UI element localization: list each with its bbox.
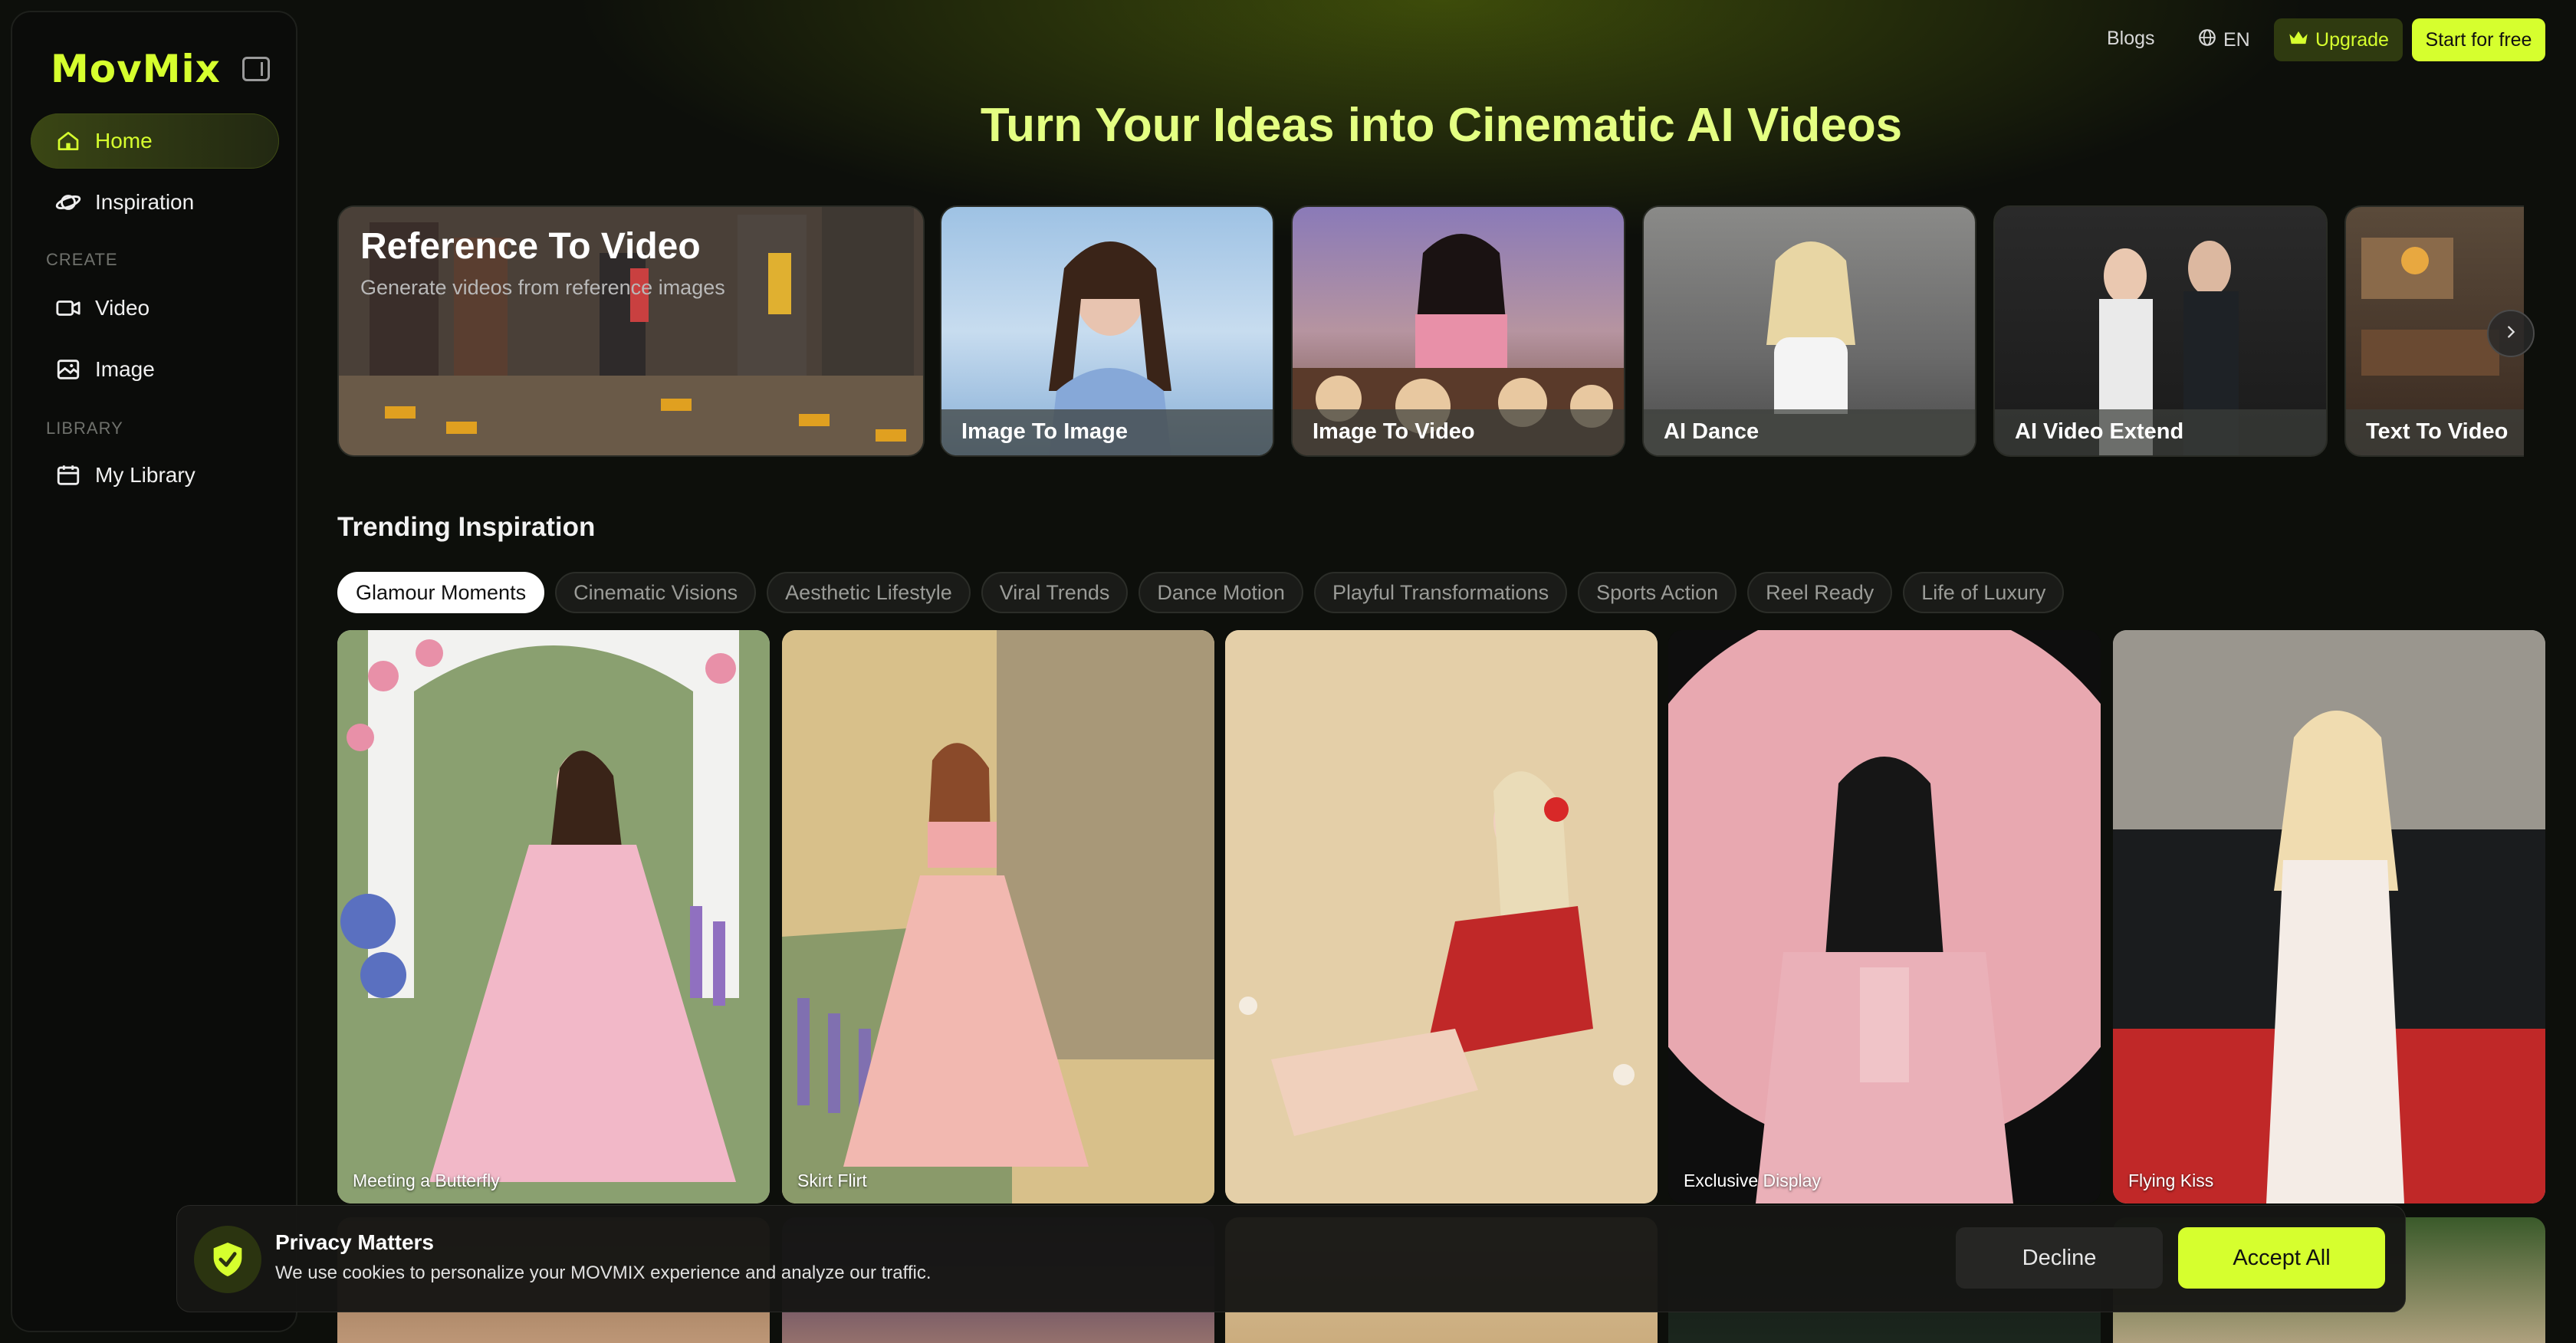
- sidebar-item-label: Image: [95, 357, 155, 381]
- feature-card-label: Text To Video: [2366, 419, 2509, 444]
- chevron-right-icon: [2502, 323, 2519, 344]
- sidebar-item-image[interactable]: Image: [31, 342, 279, 397]
- gallery-card[interactable]: Flying Kiss: [2113, 630, 2545, 1203]
- red-carpet-image: [2113, 630, 2545, 1203]
- feature-card-image-to-video[interactable]: Image To Video: [1291, 205, 1625, 457]
- start-for-free-button[interactable]: Start for free: [2412, 18, 2545, 61]
- sidebar-item-inspiration[interactable]: Inspiration: [31, 175, 279, 230]
- chip-life-of-luxury[interactable]: Life of Luxury: [1903, 572, 2065, 613]
- upgrade-button[interactable]: Upgrade: [2274, 18, 2403, 61]
- pink-portrait-image: [1668, 630, 2101, 1203]
- cookie-banner: Privacy Matters We use cookies to person…: [176, 1205, 2406, 1312]
- category-chips: Glamour Moments Cinematic Visions Aesthe…: [337, 572, 2065, 613]
- gallery-card[interactable]: Skirt Flirt: [782, 630, 1214, 1203]
- gallery-card[interactable]: Exclusive Display: [1668, 630, 2101, 1203]
- sidebar-item-label: Home: [95, 129, 153, 153]
- sidebar-item-my-library[interactable]: My Library: [31, 448, 279, 503]
- reference-card-subtitle: Generate videos from reference images: [360, 276, 725, 299]
- gallery-caption: Meeting a Butterfly: [353, 1171, 500, 1190]
- feature-card-label: Image To Video: [1313, 419, 1475, 444]
- feature-card-label: AI Video Extend: [2015, 419, 2184, 444]
- sidebar-item-label: My Library: [95, 463, 196, 487]
- feature-card-label: Image To Image: [961, 419, 1129, 444]
- sidebar-item-home[interactable]: Home: [31, 113, 279, 169]
- reference-card-title: Reference To Video: [360, 226, 701, 267]
- image-icon: [55, 356, 81, 383]
- chip-aesthetic-lifestyle[interactable]: Aesthetic Lifestyle: [767, 572, 971, 613]
- section-title-trending: Trending Inspiration: [337, 512, 596, 542]
- folder-icon: [55, 462, 81, 488]
- logo-text: MovMix: [51, 47, 221, 91]
- blogs-link[interactable]: Blogs: [2107, 28, 2155, 50]
- gallery-card[interactable]: [1225, 630, 1658, 1203]
- feature-card-ai-video-extend[interactable]: AI Video Extend: [1993, 205, 2328, 457]
- globe-icon: [2197, 28, 2217, 53]
- home-icon: [55, 128, 81, 154]
- gallery-caption: Skirt Flirt: [797, 1171, 867, 1190]
- sidebar: MovMix Home Inspiration CREATE Video Ima…: [11, 11, 297, 1332]
- cookie-text: We use cookies to personalize your MOVMI…: [275, 1263, 932, 1283]
- chip-viral-trends[interactable]: Viral Trends: [981, 572, 1129, 613]
- gallery-card[interactable]: Meeting a Butterfly: [337, 630, 770, 1203]
- feature-card-ai-dance[interactable]: AI Dance: [1642, 205, 1976, 457]
- cookie-title: Privacy Matters: [275, 1230, 435, 1254]
- planet-icon: [55, 189, 81, 215]
- gallery-caption: Exclusive Display: [1684, 1171, 1821, 1190]
- accept-all-button[interactable]: Accept All: [2178, 1227, 2385, 1289]
- garden-gown-image: [337, 630, 770, 1203]
- feature-card-image-to-image[interactable]: Image To Image: [940, 205, 1274, 457]
- sidebar-item-label: Video: [95, 296, 150, 320]
- gallery-caption: Flying Kiss: [2128, 1171, 2214, 1190]
- feature-card-label: AI Dance: [1664, 419, 1760, 444]
- carousel-next-button[interactable]: [2487, 310, 2535, 357]
- decline-button[interactable]: Decline: [1956, 1227, 2163, 1289]
- chip-playful-transformations[interactable]: Playful Transformations: [1313, 572, 1568, 613]
- feature-card-reference-to-video[interactable]: Reference To Video Generate videos from …: [337, 205, 925, 457]
- upgrade-label: Upgrade: [2315, 28, 2389, 51]
- page-title: Turn Your Ideas into Cinematic AI Videos: [980, 99, 1903, 152]
- chip-cinematic-visions[interactable]: Cinematic Visions: [555, 572, 757, 613]
- sidebar-item-label: Inspiration: [95, 190, 195, 214]
- language-label: EN: [2223, 29, 2250, 51]
- chip-sports-action[interactable]: Sports Action: [1578, 572, 1737, 613]
- video-camera-icon: [55, 295, 81, 321]
- logo[interactable]: MovMix: [51, 46, 221, 92]
- chip-dance-motion[interactable]: Dance Motion: [1138, 572, 1303, 613]
- crown-icon: [2288, 28, 2309, 52]
- sidebar-item-video[interactable]: Video: [31, 281, 279, 336]
- chip-glamour-moments[interactable]: Glamour Moments: [337, 572, 545, 613]
- field-skirt-image: [782, 630, 1214, 1203]
- shield-check-icon: [194, 1226, 261, 1293]
- chip-reel-ready[interactable]: Reel Ready: [1747, 572, 1893, 613]
- section-label-library: LIBRARY: [46, 419, 123, 438]
- beach-dress-image: [1225, 630, 1658, 1203]
- sidebar-toggle-icon[interactable]: [242, 57, 270, 81]
- section-label-create: CREATE: [46, 250, 118, 269]
- feature-carousel: Reference To Video Generate videos from …: [337, 205, 2524, 458]
- language-selector[interactable]: EN: [2197, 28, 2250, 53]
